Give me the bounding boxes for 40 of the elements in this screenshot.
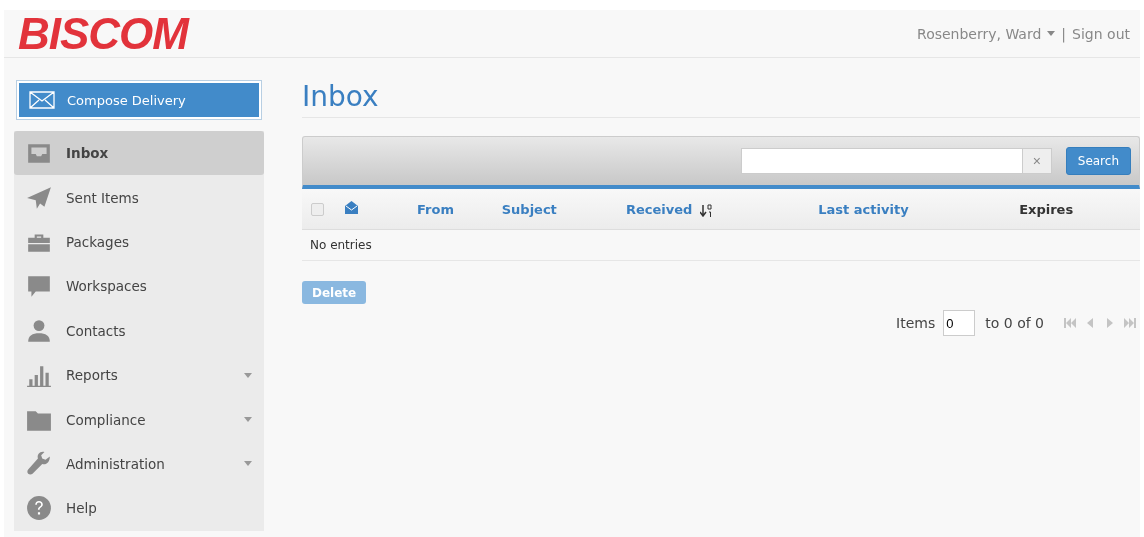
logo: BISCOM [18,11,188,56]
sign-out-link[interactable]: Sign out [1072,25,1130,42]
items-label: Items [896,315,936,331]
sidebar-item[interactable]: Reports [14,352,264,398]
envelope-icon[interactable] [345,201,358,214]
clear-button[interactable]: × [1021,148,1052,174]
person-icon [26,317,52,344]
sidebar-item[interactable]: Packages [14,219,264,265]
column-header[interactable]: Subject [501,201,557,217]
sidebar-item[interactable]: Compliance [14,397,264,442]
separator: | [1061,25,1067,42]
compose-button[interactable]: Compose Delivery [17,81,261,119]
wrench-icon [26,450,52,477]
range-text: to 0 of 0 [985,315,1044,331]
column-header[interactable]: From [417,201,454,217]
column-header: Expires [1019,201,1074,217]
page-title: Inbox [302,80,1140,118]
paper-plane-icon [26,184,52,211]
last-page-icon[interactable] [1124,318,1136,328]
sort-icon[interactable] [700,203,713,217]
search-field[interactable] [740,148,1022,174]
caret-icon[interactable] [1047,31,1056,36]
empty-message: No entries [310,238,372,252]
checkbox[interactable] [311,202,324,216]
caret-icon[interactable] [244,417,252,423]
column-header[interactable]: Last activity [818,201,909,217]
search-button[interactable]: Search [1065,147,1131,175]
sidebar-item[interactable]: Administration [14,441,264,487]
column-header[interactable]: Received [626,201,693,217]
sidebar-item[interactable]: Inbox [14,131,264,176]
sidebar-item[interactable]: Help [14,486,264,531]
sidebar-item[interactable]: Workspaces [14,264,264,309]
speech-bubble-icon [26,273,52,300]
user-menu[interactable]: Rosenberry, Ward [917,25,1042,42]
help-icon [26,495,52,522]
envelope-icon [29,91,55,109]
caret-icon[interactable] [244,372,252,378]
sidebar-item[interactable]: Sent Items [14,175,264,220]
caret-icon[interactable] [244,461,252,467]
sidebar-item[interactable]: Contacts [14,308,264,353]
